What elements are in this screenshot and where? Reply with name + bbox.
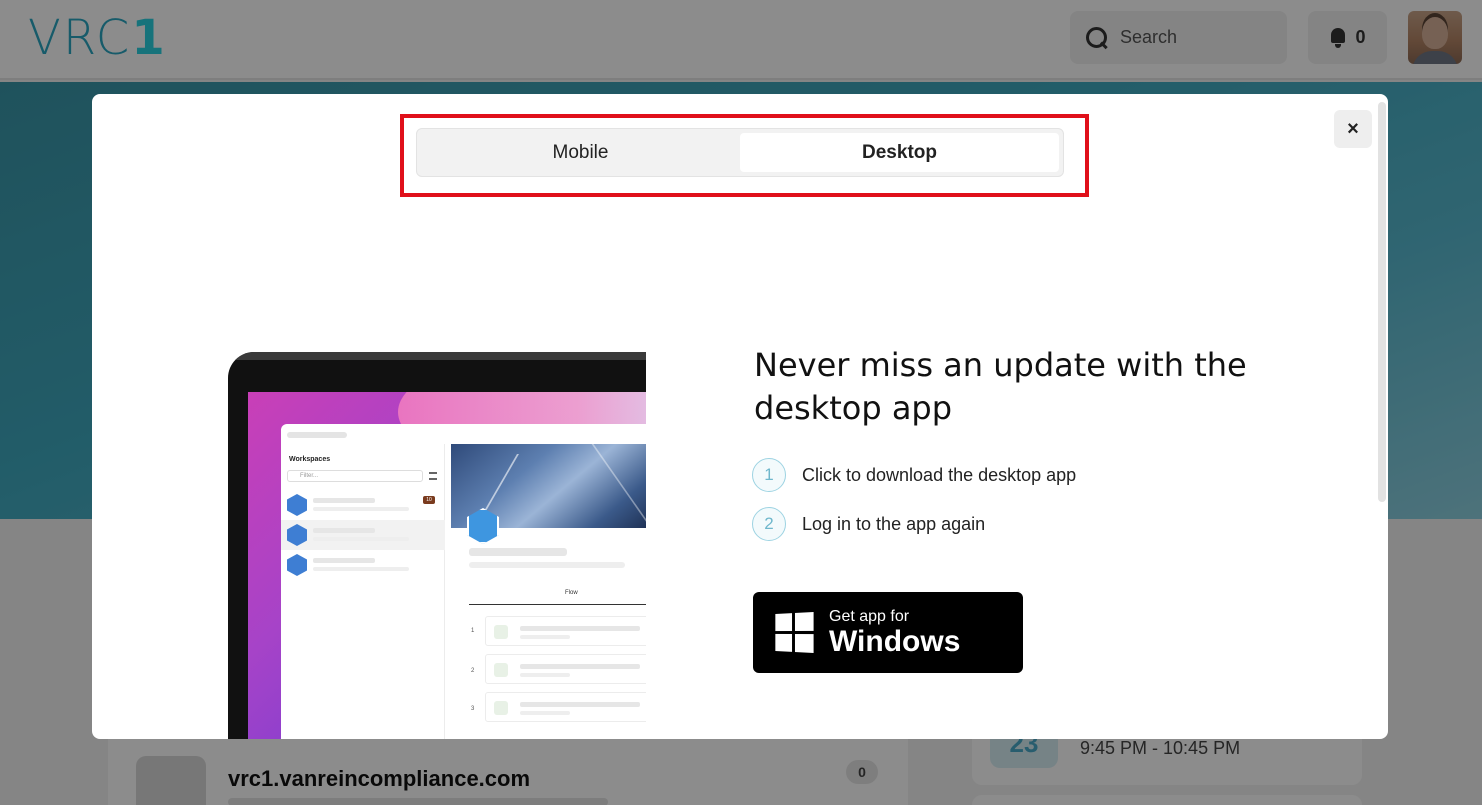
get-app-modal: × Mobile Desktop Workspaces Filter... 10 [92, 94, 1388, 739]
workspace-icon [287, 524, 307, 546]
workspace-badge: 10 [423, 496, 435, 504]
workspace-row [281, 520, 445, 550]
workspaces-sidebar: Workspaces Filter... 10 [281, 444, 445, 739]
flow-item-meta [520, 711, 570, 715]
app-titlebar [287, 432, 347, 438]
workspace-meta [313, 507, 409, 511]
laptop-screen: Workspaces Filter... 10 Flow 1 2 3 [248, 392, 646, 739]
download-button-text: Get app for Windows [829, 607, 961, 658]
flow-item-meta [520, 673, 570, 677]
flow-step-number: 1 [471, 628, 475, 634]
workspace-meta [313, 537, 409, 541]
workspaces-title: Workspaces [289, 456, 331, 463]
modal-headline: Never miss an update with the desktop ap… [754, 346, 1247, 427]
windows-icon [775, 611, 814, 654]
laptop-bezel [228, 352, 646, 360]
step-1: 1 Click to download the desktop app [752, 458, 1076, 492]
filter-input: Filter... [287, 470, 423, 482]
workspace-meta [313, 567, 409, 571]
step-number: 1 [752, 458, 786, 492]
workspace-detail: Flow 1 2 3 [451, 444, 646, 739]
flow-step-number: 2 [471, 668, 475, 674]
step-2: 2 Log in to the app again [752, 507, 985, 541]
detail-title [469, 548, 567, 556]
flow-item-title [520, 664, 640, 669]
detail-subtitle [469, 562, 625, 568]
step-number: 2 [752, 507, 786, 541]
flow-item [485, 616, 646, 646]
modal-scrollbar[interactable] [1378, 102, 1386, 502]
flow-tab-underline [469, 604, 646, 605]
workspace-name [313, 528, 375, 533]
get-windows-app-button[interactable]: Get app for Windows [753, 592, 1023, 673]
laptop-illustration: Workspaces Filter... 10 Flow 1 2 3 [228, 352, 646, 739]
workspace-row: 10 [281, 490, 445, 520]
workspace-name [313, 558, 375, 563]
platform-tabs: Mobile Desktop [416, 128, 1064, 177]
signature-icon [494, 663, 508, 677]
workspace-name [313, 498, 375, 503]
document-icon [494, 701, 508, 715]
app-window-preview: Workspaces Filter... 10 Flow 1 2 3 [281, 424, 646, 739]
flow-item-title [520, 702, 640, 707]
flow-item-title [520, 626, 640, 631]
filter-icon [429, 472, 437, 480]
workspace-icon [287, 554, 307, 576]
tab-desktop[interactable]: Desktop [740, 133, 1059, 172]
download-button-small: Get app for [829, 607, 910, 625]
close-button[interactable]: × [1334, 110, 1372, 148]
flow-item [485, 692, 646, 722]
step-text: Click to download the desktop app [802, 464, 1077, 485]
workspace-icon [287, 494, 307, 516]
flow-item [485, 654, 646, 684]
checklist-icon [494, 625, 508, 639]
workspace-row [281, 550, 445, 580]
step-text: Log in to the app again [802, 513, 986, 534]
flow-item-meta [520, 635, 570, 639]
download-button-big: Windows [829, 624, 961, 658]
tab-mobile[interactable]: Mobile [421, 133, 740, 172]
flow-step-number: 3 [471, 706, 475, 712]
flow-tab-label: Flow [565, 590, 578, 596]
